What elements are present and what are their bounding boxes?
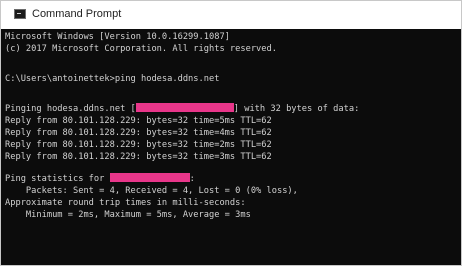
console-line: Reply from 80.101.128.229: bytes=32 time…	[5, 152, 272, 162]
redacted-ip	[135, 103, 234, 112]
console-line: Microsoft Windows [Version 10.0.16299.10…	[5, 32, 230, 42]
console-line-pinging: Pinging hodesa.ddns.net [ ] with 32 bytes…	[5, 103, 359, 115]
console-line: Reply from 80.101.128.229: bytes=32 time…	[5, 128, 272, 138]
console-line: Reply from 80.101.128.229: bytes=32 time…	[5, 116, 272, 126]
console-output[interactable]: Microsoft Windows [Version 10.0.16299.10…	[1, 29, 461, 265]
console-line: (c) 2017 Microsoft Corporation. All righ…	[5, 44, 277, 54]
console-line: Minimum = 2ms, Maximum = 5ms, Average = …	[5, 210, 251, 220]
console-line-statistics: Ping statistics for :	[5, 173, 195, 185]
window-title: Command Prompt	[32, 8, 122, 20]
redacted-ip	[109, 173, 190, 182]
console-line: Approximate round trip times in milli-se…	[5, 198, 246, 208]
console-line: Packets: Sent = 4, Received = 4, Lost = …	[5, 186, 298, 196]
title-bar[interactable]: Command Prompt	[1, 1, 461, 29]
command-prompt-window: Command Prompt Microsoft Windows [Versio…	[0, 0, 462, 266]
console-text: Ping statistics for	[5, 174, 110, 184]
console-text: ] with 32 bytes of data:	[233, 104, 360, 114]
console-text: :	[189, 174, 195, 184]
cmd-icon	[14, 9, 26, 19]
console-text: Pinging hodesa.ddns.net [	[5, 104, 136, 114]
console-line: Reply from 80.101.128.229: bytes=32 time…	[5, 140, 272, 150]
console-line: C:\Users\antoinettek>ping hodesa.ddns.ne…	[5, 74, 220, 84]
